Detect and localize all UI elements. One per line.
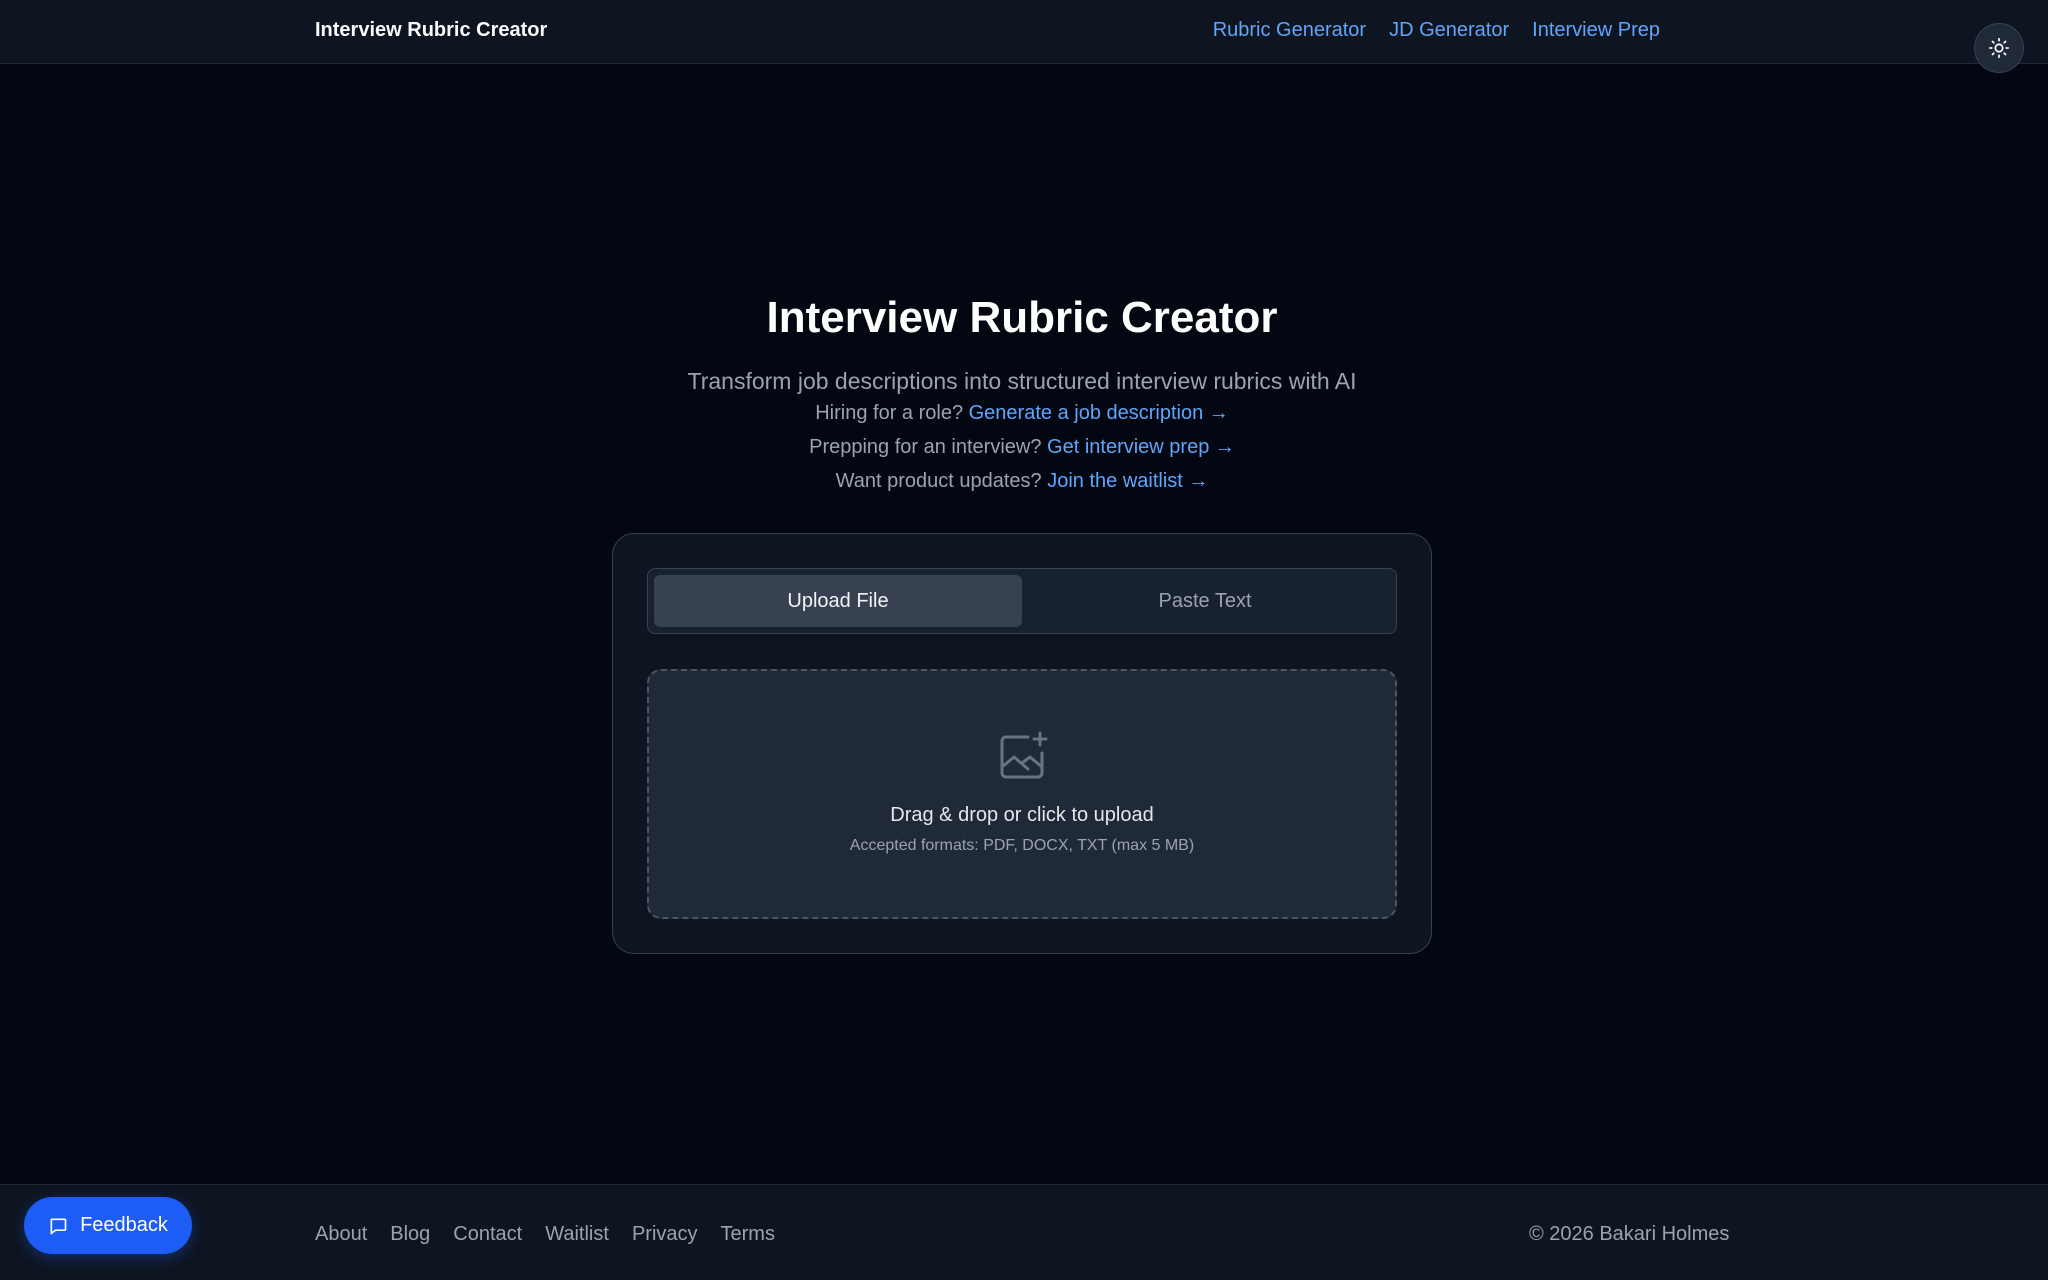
footer-nav: About Blog Contact Waitlist Privacy Term… <box>315 1223 775 1246</box>
dropzone-subtitle: Accepted formats: PDF, DOCX, TXT (max 5 … <box>849 837 1195 854</box>
footer-link-waitlist[interactable]: Waitlist <box>545 1223 609 1246</box>
footer-link-about[interactable]: About <box>315 1223 367 1246</box>
cta-hiring-text: Hiring for a role? <box>815 402 964 424</box>
nav-interview-prep[interactable]: Interview Prep <box>1532 19 1660 42</box>
page-subtitle: Transform job descriptions into structur… <box>687 368 1357 394</box>
page-title: Interview Rubric Creator <box>766 293 1278 342</box>
interview-prep-link[interactable]: Get interview prep → <box>1047 436 1235 458</box>
feedback-label: Feedback <box>80 1214 168 1236</box>
cta-waitlist-text: Want product updates? <box>835 470 1042 492</box>
footer-link-privacy[interactable]: Privacy <box>632 1223 698 1246</box>
top-nav: Rubric Generator JD Generator Interview … <box>1213 19 1660 42</box>
image-plus-icon <box>1000 731 1048 779</box>
copyright: © 2026 Bakari Holmes <box>1529 1223 1730 1245</box>
cta-prep: Prepping for an interview? Get interview… <box>0 430 2044 464</box>
top-navbar: Interview Rubric Creator Rubric Generato… <box>0 0 2048 64</box>
upload-card: Upload File Paste Text Drag & drop or cl… <box>612 533 1432 954</box>
waitlist-link[interactable]: Join the waitlist → <box>1047 470 1208 492</box>
file-dropzone[interactable]: Drag & drop or click to upload Accepted … <box>647 669 1397 919</box>
theme-toggle-button[interactable] <box>1974 23 2024 73</box>
brand-title[interactable]: Interview Rubric Creator <box>315 19 547 42</box>
nav-rubric-generator[interactable]: Rubric Generator <box>1213 19 1366 42</box>
tab-upload-file[interactable]: Upload File <box>654 575 1022 627</box>
cta-prep-text: Prepping for an interview? <box>809 436 1042 458</box>
tab-paste-text[interactable]: Paste Text <box>1021 575 1389 627</box>
dropzone-title: Drag & drop or click to upload <box>890 804 1154 826</box>
hero-section: Interview Rubric Creator Transform job d… <box>0 290 2044 498</box>
message-square-icon <box>50 1218 67 1234</box>
cta-hiring: Hiring for a role? Generate a job descri… <box>0 396 2044 430</box>
generate-jd-link[interactable]: Generate a job description → <box>969 402 1229 424</box>
cta-waitlist: Want product updates? Join the waitlist … <box>0 464 2044 498</box>
footer-link-blog[interactable]: Blog <box>390 1223 430 1246</box>
footer: About Blog Contact Waitlist Privacy Term… <box>0 1184 2048 1280</box>
footer-link-contact[interactable]: Contact <box>453 1223 522 1246</box>
input-mode-tabs: Upload File Paste Text <box>647 568 1397 634</box>
sun-icon <box>1988 37 2010 59</box>
feedback-button[interactable]: Feedback <box>24 1197 192 1254</box>
footer-link-terms[interactable]: Terms <box>721 1223 775 1246</box>
nav-jd-generator[interactable]: JD Generator <box>1389 19 1509 42</box>
